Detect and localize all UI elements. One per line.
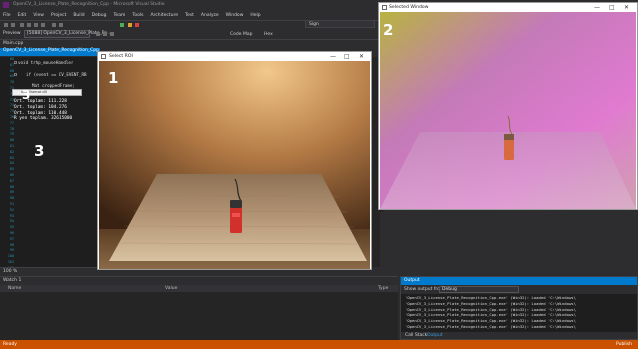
tab-main-cpp[interactable]: Main.cpp <box>3 41 23 47</box>
select-roi-window[interactable]: Select ROI — □ ✕ <box>97 51 372 270</box>
code-line: void trhp_mouseHandler <box>18 60 74 65</box>
new-project-icon[interactable] <box>20 23 24 27</box>
menu-item[interactable]: Test <box>185 13 194 18</box>
vs-menubar: File Edit View Project Build Debug Team Tools Ar… <box>0 10 380 20</box>
watch-column-headers: Name Value Type <box>0 285 398 292</box>
menu-item[interactable]: File <box>3 13 11 18</box>
output-lines: 'OpenCV_3_License_Plate_Recognition_Cpp.… <box>405 295 635 330</box>
step-over-icon[interactable] <box>103 32 107 36</box>
open-file-icon[interactable] <box>27 23 31 27</box>
menu-item[interactable]: Analyze <box>201 13 219 18</box>
device-label <box>232 213 240 217</box>
output-source-select[interactable]: Debug <box>439 286 519 293</box>
undo-icon[interactable] <box>52 23 56 27</box>
quick-launch-input[interactable]: Sign <box>305 20 375 28</box>
code-line: if (event == CV_EVENT_RB <box>26 72 87 77</box>
menu-item[interactable]: View <box>33 13 44 18</box>
output-header: Output <box>401 277 637 285</box>
roi-window-title: Select ROI <box>109 54 133 59</box>
bottom-panel-tabs: Call Stack Output <box>401 332 637 339</box>
visual-studio-logo-icon <box>3 2 9 8</box>
maximize-icon[interactable]: □ <box>609 4 615 11</box>
watch-panel: Watch 1 Name Value Type <box>0 276 398 340</box>
stop-icon[interactable] <box>135 23 139 27</box>
output-line: 'OpenCV_3_License_Plate_Recognition_Cpp.… <box>405 323 576 329</box>
save-icon[interactable] <box>34 23 38 27</box>
menu-item[interactable]: Tools <box>132 13 143 18</box>
continue-icon[interactable] <box>120 23 124 27</box>
menu-item[interactable]: Build <box>73 13 84 18</box>
pause-icon[interactable] <box>128 23 132 27</box>
selected-window-titlebar[interactable]: Selected Window — □ ✕ <box>379 3 637 12</box>
callout-2: 2 <box>383 21 394 39</box>
roi-window-titlebar[interactable]: Select ROI — □ ✕ <box>98 52 371 61</box>
hsv-frame <box>380 12 636 209</box>
collapse-icon[interactable] <box>14 73 17 76</box>
zoom-level[interactable]: 100 % <box>3 269 17 275</box>
step-out-icon[interactable] <box>110 32 114 36</box>
menu-item[interactable]: Help <box>250 13 260 18</box>
window-app-icon <box>101 54 106 59</box>
callout-3: 3 <box>34 142 45 160</box>
selected-window-title: Selected Window <box>389 5 429 10</box>
vs-window-title: OpenCV_3_License_Plate_Recognition_Cpp -… <box>13 2 165 7</box>
preview-label: Preview <box>3 31 21 36</box>
output-toolbar: Show output from: Debug <box>401 285 637 294</box>
process-dropdown[interactable]: [5088] OpenCV_3_License_Plate_Re... <box>24 30 112 38</box>
console-line: R yen toplam. 32615080 <box>14 116 73 122</box>
publish-button[interactable]: Publish <box>616 342 632 348</box>
device-cap <box>230 200 242 208</box>
hex-button[interactable]: Hex <box>264 32 273 38</box>
code-editor[interactable]: 6667686970717273747576777879808182838485… <box>0 57 100 304</box>
menu-item[interactable]: Window <box>226 13 244 18</box>
tab-output[interactable]: Output <box>427 333 443 339</box>
menu-item[interactable]: Debug <box>92 13 107 18</box>
hsv-device-cap <box>504 134 514 140</box>
save-all-icon[interactable] <box>41 23 45 27</box>
minimize-icon[interactable]: — <box>330 53 336 60</box>
step-into-icon[interactable] <box>96 32 100 36</box>
window-app-icon <box>382 5 387 10</box>
status-bar: Ready Publish <box>0 340 638 349</box>
quick-launch-text: Sign <box>309 22 319 27</box>
selected-roi-image <box>380 12 636 209</box>
back-icon[interactable] <box>4 23 8 27</box>
menu-item[interactable]: Project <box>51 13 66 18</box>
menu-item[interactable]: Edit <box>18 13 27 18</box>
vs-background-panel <box>380 212 638 267</box>
callout-3-small: 3 <box>22 88 31 102</box>
zoom-bar: 100 % <box>0 267 100 276</box>
tab-call-stack[interactable]: Call Stack <box>405 333 427 339</box>
scope-dropdown[interactable]: OpenCV_3_License_Plate_Recognition_Cpp <box>0 48 100 56</box>
redo-icon[interactable] <box>59 23 63 27</box>
document-tabs: Main.cpp OpenCV_3_License_Plate_Recognit… <box>0 40 100 57</box>
watch-col-value[interactable]: Value <box>165 286 177 292</box>
code-line: Mat croppedFrame; <box>32 83 75 88</box>
watch-col-name[interactable]: Name <box>8 286 21 292</box>
output-title: Output <box>404 278 420 283</box>
collapse-icon[interactable] <box>14 61 17 64</box>
menu-item[interactable]: Team <box>113 13 125 18</box>
code-map-button[interactable]: Code Map <box>230 32 252 38</box>
watch-header: Watch 1 <box>0 277 398 285</box>
output-panel: Output Show output from: Debug 'OpenCV_3… <box>400 276 638 340</box>
minimize-icon[interactable]: — <box>594 4 600 11</box>
callout-1: 1 <box>108 69 119 87</box>
roi-camera-image[interactable] <box>99 61 370 269</box>
forward-icon[interactable] <box>11 23 15 27</box>
maximize-icon[interactable]: □ <box>344 53 350 60</box>
camera-frame <box>99 61 370 269</box>
menu-item[interactable]: Architecture <box>150 13 178 18</box>
status-text: Ready <box>3 342 17 347</box>
selected-window[interactable]: Selected Window — □ ✕ <box>378 2 638 210</box>
watch-title: Watch 1 <box>3 278 22 283</box>
close-icon[interactable]: ✕ <box>624 4 629 11</box>
vs-debug-toolbar: Preview [5088] OpenCV_3_License_Plate_Re… <box>0 29 380 40</box>
watch-col-type[interactable]: Type <box>378 286 388 292</box>
close-icon[interactable]: ✕ <box>359 53 364 60</box>
